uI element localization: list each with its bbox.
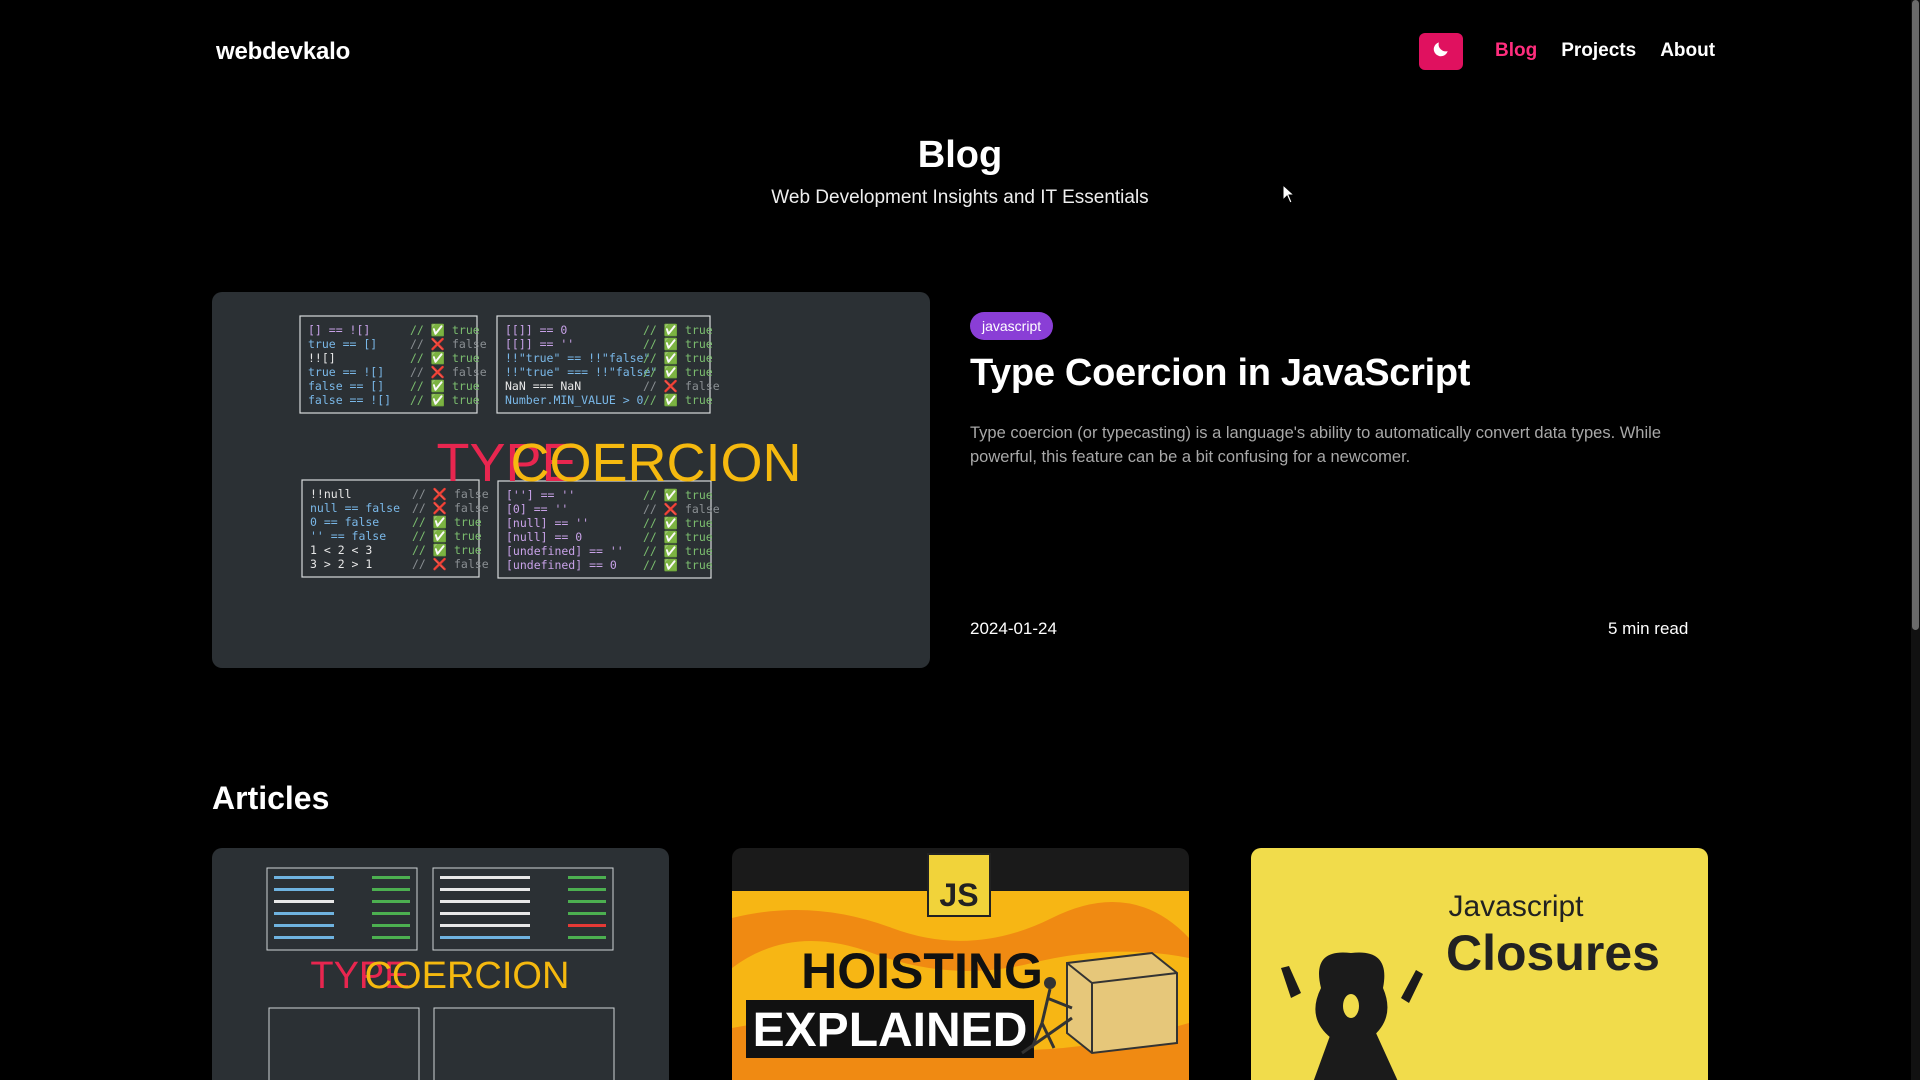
hoisting-title: HOISTING [801,943,1043,999]
code-comment: // ✅ true [410,351,480,365]
articles-heading: Articles [212,780,330,816]
code-line: [[]] == 0 [505,323,567,337]
explained-title: EXPLAINED [753,1004,1028,1057]
code-comment: // ❌ false [643,379,720,393]
code-line: Number.MIN_VALUE > 0 [505,393,644,407]
code-comment: // ✅ true [410,393,480,407]
main-nav: Blog Projects About [1495,40,1715,62]
code-line: [[]] == '' [505,337,574,351]
code-comment: // ✅ true [643,351,713,365]
read-time: 5 min read [1608,619,1689,638]
code-comment: // ✅ true [643,530,713,544]
code-comment: // ✅ true [412,515,482,529]
image-heading-coercion: COERCION [510,433,801,493]
nav-link-blog[interactable]: Blog [1495,40,1537,62]
code-comment: // ✅ true [643,516,713,530]
code-comment: // ❌ false [412,557,489,571]
code-comment: // ✅ true [412,529,482,543]
scrollbar-thumb[interactable] [1912,0,1919,630]
page-scrollbar[interactable] [1911,0,1920,1080]
code-box-3: !!null // ❌ false null == false // ❌ false 0… [301,479,489,578]
code-box-2: [[]] == 0// ✅ true[[]] == ''// ✅ true!!"… [496,315,720,414]
article-card-closures[interactable]: Javascript Closures [1251,848,1708,1080]
thumb-heading-coercion: COERCION [365,955,570,997]
code-comment: // ✅ true [643,365,713,379]
js-badge-text: JS [939,877,978,913]
code-line: 0 == false [310,515,379,529]
type-coercion-illustration: [] == ![] // ✅ true true == [] // ❌ false!!… [299,315,802,579]
article-card-hoisting[interactable]: JS HOISTING EXPLAINED [732,848,1189,1080]
hoisting-thumbnail: JS HOISTING EXPLAINED [732,853,1189,1080]
closures-subtitle: Javascript [1448,890,1584,923]
code-line: [null] == '' [506,516,589,530]
closures-title: Closures [1446,925,1660,981]
code-comment: // ✅ true [410,379,480,393]
code-comment: // ❌ false [410,365,487,379]
code-comment: // ✅ true [412,543,482,557]
code-line: 3 > 2 > 1 [310,557,372,571]
code-comment: // ❌ false [410,337,487,351]
theme-toggle-button[interactable] [1419,33,1463,70]
category-tag[interactable]: javascript [970,312,1054,340]
code-line: true == ![] [308,365,384,379]
code-line: '' == false [310,529,386,543]
code-line: 1 < 2 < 3 [310,543,372,557]
site-header: webdevkalo Blog Projects About [0,0,1920,105]
code-line: !![] [308,351,336,365]
code-line: [] == ![] [308,323,370,337]
code-comment: // ✅ true [643,558,713,572]
featured-post-description: Type coercion (or typecasting) is a lang… [970,424,1661,466]
nav-link-about[interactable]: About [1660,40,1715,62]
code-comment: // ✅ true [643,323,713,337]
code-comment: // ✅ true [643,393,713,407]
nav-link-projects[interactable]: Projects [1561,40,1636,62]
code-comment: // ❌ false [412,501,489,515]
code-box-1: [] == ![] // ✅ true true == [] // ❌ false!!… [299,315,487,414]
page-subtitle: Web Development Insights and IT Essentia… [771,187,1149,208]
post-date: 2024-01-24 [970,619,1057,638]
closures-thumbnail: Javascript Closures [1281,890,1660,1080]
featured-post-image[interactable]: [] == ![] // ✅ true true == [] // ❌ false!!… [212,292,930,668]
code-comment: // ❌ false [643,502,720,516]
code-line: [undefined] == '' [506,544,624,558]
code-line: !!null [310,487,352,501]
thumb-lines [274,876,606,939]
mouse-cursor-icon [1282,183,1296,209]
code-line: [0] == '' [506,502,568,516]
featured-post-title[interactable]: Type Coercion in JavaScript [970,352,1470,395]
article-card-type-coercion[interactable]: TYPE COERCION [212,848,669,1080]
code-line: false == [] [308,379,384,393]
code-line: null == false [310,501,400,515]
code-line: !!"true" == !!"false" [505,351,650,365]
type-coercion-thumbnail: TYPE COERCION [266,867,615,1080]
code-line: true == [] [308,337,377,351]
code-comment: // ✅ true [643,337,713,351]
code-comment: // ✅ true [410,323,480,337]
moon-icon [1431,39,1451,64]
code-line: !!"true" === !!"false" [505,365,657,379]
code-line: NaN === NaN [505,379,581,393]
code-comment: // ✅ true [643,544,713,558]
page-title: Blog [917,134,1003,176]
code-line: false == ![] [308,393,391,407]
code-line: [null] == 0 [506,530,582,544]
code-box-4: [''] == ''// ✅ true[0] == ''// ❌ false[n… [497,480,720,579]
code-line: [undefined] == 0 [506,558,617,572]
site-logo[interactable]: webdevkalo [216,38,350,66]
